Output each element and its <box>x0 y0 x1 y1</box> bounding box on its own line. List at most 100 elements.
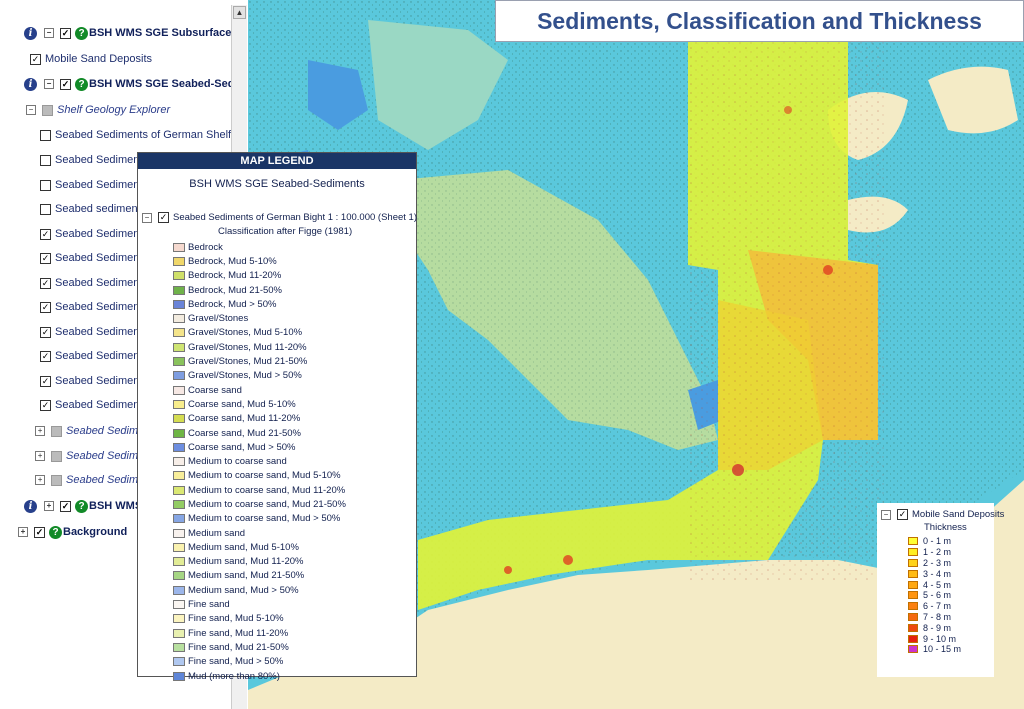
layer-checkbox[interactable] <box>40 154 51 166</box>
legend-item-label: Bedrock, Mud 11-20% <box>188 270 282 282</box>
tree-row-label: BSH WMS SGE Seabed-Sedi <box>89 78 238 90</box>
legend-swatch <box>173 371 185 381</box>
legend-item-label: Medium sand, Mud 11-20% <box>188 556 304 568</box>
legend-item-label: Bedrock, Mud 21-50% <box>188 284 282 296</box>
layer-checkbox[interactable]: ✓ <box>30 53 41 65</box>
hotspot-2 <box>823 265 833 275</box>
thickness-item: 2 - 3 m <box>908 558 961 569</box>
tree-row[interactable]: ✓ Seabed Sediments <box>40 372 148 390</box>
tree-row[interactable]: Seabed sediments <box>40 200 146 218</box>
hotspot-5 <box>784 106 792 114</box>
legend-swatch <box>173 642 185 652</box>
expand-icon[interactable]: + <box>35 475 45 485</box>
tree-row[interactable]: + Seabed Sedim <box>35 447 138 465</box>
legend-swatch <box>173 242 185 252</box>
tree-row[interactable]: ✓ Seabed Sediments <box>40 323 148 341</box>
tree-row[interactable]: i − ✓? BSH WMS SGE Seabed-Sedi <box>24 75 238 93</box>
thickness-item-label: 2 - 3 m <box>923 557 952 568</box>
tree-row-label: Seabed Sediments <box>55 252 148 264</box>
tree-row[interactable]: − Shelf Geology Explorer <box>26 101 170 119</box>
layer-checkbox[interactable] <box>40 179 51 191</box>
help-icon[interactable]: ? <box>49 525 62 539</box>
layer-checkbox[interactable]: ✓ <box>60 500 71 512</box>
expand-icon[interactable]: + <box>35 451 45 461</box>
tree-row[interactable]: + Seabed Sedim <box>35 422 138 440</box>
legend-layer-checkbox[interactable]: ✓ <box>158 212 169 223</box>
thickness-legend-layer-row: − ✓ Mobile Sand Deposits <box>881 509 1004 520</box>
legend-item: Medium sand <box>173 526 346 540</box>
expand-icon[interactable]: + <box>18 527 28 537</box>
layer-checkbox[interactable] <box>40 129 51 141</box>
layer-checkbox[interactable] <box>40 203 51 215</box>
info-icon[interactable]: i <box>24 499 37 513</box>
legend-item: Fine sand <box>173 597 346 611</box>
thickness-item-list: 0 - 1 m1 - 2 m2 - 3 m3 - 4 m4 - 5 m5 - 6… <box>908 536 961 655</box>
layer-checkbox[interactable]: ✓ <box>60 78 71 90</box>
legend-item: Fine sand, Mud > 50% <box>173 655 346 669</box>
tree-row[interactable]: ✓ Mobile Sand Deposits <box>30 50 152 68</box>
tree-row[interactable]: + ✓? Background <box>18 523 127 541</box>
layer-checkbox[interactable]: ✓ <box>40 252 51 264</box>
tree-row[interactable]: + Seabed Sedim <box>35 471 138 489</box>
info-icon[interactable]: i <box>24 26 37 40</box>
layer-checkbox[interactable]: ✓ <box>40 301 51 313</box>
tree-row[interactable]: ✓ Seabed Sediments <box>40 249 148 267</box>
help-icon[interactable]: ? <box>75 499 88 513</box>
scroll-up-arrow-icon[interactable]: ▲ <box>233 6 246 19</box>
tree-row[interactable]: ✓ Seabed Sediments <box>40 347 148 365</box>
legend-item: Gravel/Stones, Mud 11-20% <box>173 340 346 354</box>
layer-checkbox[interactable] <box>51 450 62 462</box>
legend-item-label: Gravel/Stones, Mud 21-50% <box>188 356 308 368</box>
legend-swatch <box>173 299 185 309</box>
tree-row[interactable]: i + ✓? BSH WMS <box>24 497 142 515</box>
layer-checkbox[interactable] <box>51 474 62 486</box>
legend-swatch <box>173 671 185 681</box>
collapse-icon[interactable]: − <box>26 105 36 115</box>
collapse-icon[interactable]: − <box>142 212 152 223</box>
mobile-sand-checkbox[interactable]: ✓ <box>897 509 908 520</box>
expand-icon[interactable]: + <box>35 426 45 436</box>
legend-swatch <box>173 600 185 610</box>
legend-item-label: Fine sand, Mud > 50% <box>188 656 284 668</box>
tree-row[interactable]: ✓ Seabed Sediments <box>40 225 148 243</box>
tree-row[interactable]: i − ✓? BSH WMS SGE Subsurface-S <box>24 24 242 42</box>
layer-checkbox[interactable]: ✓ <box>40 228 51 240</box>
layer-checkbox[interactable]: ✓ <box>40 326 51 338</box>
info-icon[interactable]: i <box>24 77 37 91</box>
thickness-title: Thickness <box>924 522 967 533</box>
thickness-item: 10 - 15 m <box>908 644 961 655</box>
legend-item: Medium sand, Mud > 50% <box>173 583 346 597</box>
tree-row[interactable]: Seabed Sediments <box>40 151 148 169</box>
thickness-layer-label: Mobile Sand Deposits <box>912 509 1005 520</box>
thickness-item: 9 - 10 m <box>908 633 961 644</box>
layer-checkbox[interactable] <box>42 104 53 116</box>
layer-checkbox[interactable]: ✓ <box>40 399 51 411</box>
tree-row[interactable]: Seabed Sediments <box>40 176 148 194</box>
help-icon[interactable]: ? <box>75 26 88 40</box>
collapse-icon[interactable]: − <box>44 79 54 89</box>
tree-row-label: Seabed Sediments <box>55 154 148 166</box>
collapse-icon[interactable]: − <box>44 28 54 38</box>
layer-checkbox[interactable]: ✓ <box>34 526 45 538</box>
tree-row-label: Seabed Sedim <box>66 425 139 437</box>
tree-row[interactable]: ✓ Seabed Sediments <box>40 396 148 414</box>
tree-row[interactable]: ✓ Seabed Sediments <box>40 274 148 292</box>
layer-checkbox[interactable]: ✓ <box>40 350 51 362</box>
layer-checkbox[interactable]: ✓ <box>60 27 71 39</box>
tree-row[interactable]: Seabed Sediments of German Shelf <box>40 126 231 144</box>
tree-row[interactable]: ✓ Seabed Sediments <box>40 298 148 316</box>
legend-swatch <box>173 442 185 452</box>
legend-item-label: Medium sand, Mud > 50% <box>188 584 299 596</box>
legend-layer-row: − ✓ Seabed Sediments of German Bight 1 :… <box>142 212 417 223</box>
layer-checkbox[interactable]: ✓ <box>40 277 51 289</box>
collapse-icon[interactable]: − <box>881 509 891 520</box>
expand-icon[interactable]: + <box>44 501 54 511</box>
thickness-item-label: 10 - 15 m <box>923 644 962 655</box>
thickness-item-label: 7 - 8 m <box>923 611 952 622</box>
layer-checkbox[interactable]: ✓ <box>40 375 51 387</box>
thickness-swatch <box>908 537 918 546</box>
layer-checkbox[interactable] <box>51 425 62 437</box>
legend-swatch <box>173 528 185 538</box>
help-icon[interactable]: ? <box>75 77 88 91</box>
legend-item: Bedrock, Mud 21-50% <box>173 283 346 297</box>
